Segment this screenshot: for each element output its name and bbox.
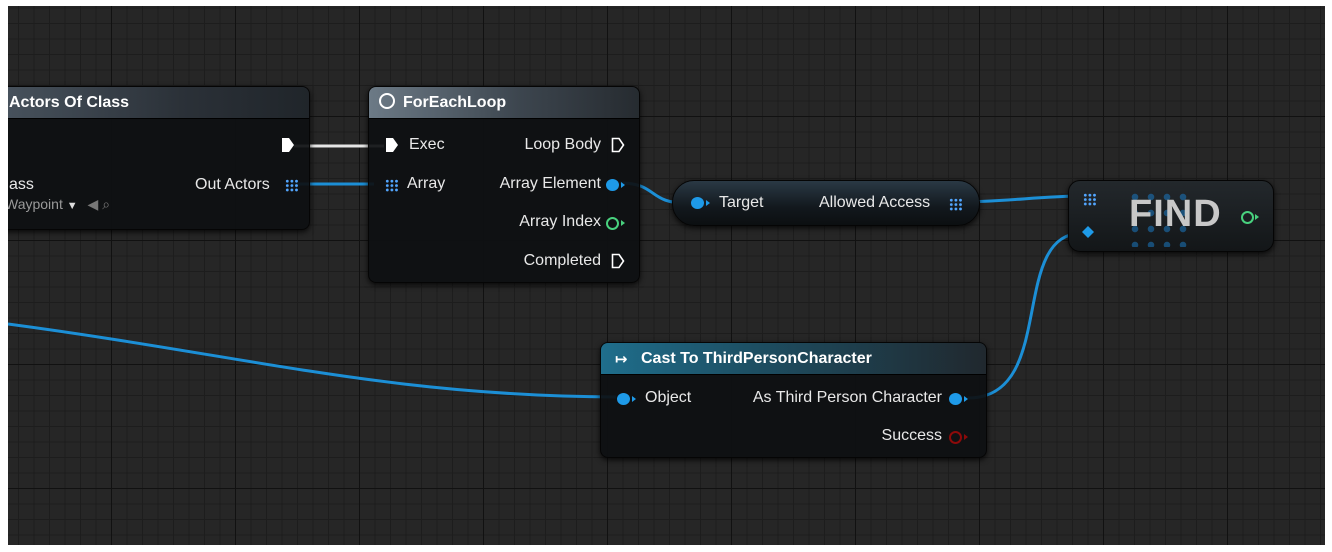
as-third-person-character-label: As Third Person Character — [752, 389, 942, 406]
class-dropdown[interactable]: Waypoint ▼ ◀ ⌕ — [8, 196, 110, 213]
out-actors-label: Out Actors — [195, 176, 270, 193]
node-title: ForEachLoop — [403, 94, 507, 111]
array-element-pin-arrow — [621, 182, 625, 188]
class-pin-label: ass — [9, 176, 34, 193]
allowed-access-label: Allowed Access — [819, 194, 931, 211]
success-pin-arrow — [964, 434, 968, 440]
class-dropdown-value: Waypoint — [8, 196, 63, 212]
node-allowed-access[interactable]: Target Allowed Access — [672, 180, 980, 226]
find-item-pin[interactable] — [1081, 225, 1095, 239]
target-pin[interactable] — [691, 197, 704, 209]
loop-icon — [379, 93, 395, 109]
object-pin-arrow — [632, 396, 636, 402]
array-index-label: Array Index — [519, 213, 601, 230]
target-pin-arrow — [706, 200, 710, 206]
object-label: Object — [645, 389, 692, 406]
target-label: Target — [719, 194, 764, 211]
as-third-person-character-pin-arrow — [964, 396, 968, 402]
as-third-person-character-pin[interactable] — [949, 393, 962, 405]
array-label: Array — [407, 175, 446, 192]
exec-label: Exec — [409, 136, 445, 153]
use-selected-icon[interactable]: ◀ — [88, 196, 99, 212]
blueprint-graph-canvas[interactable]: Actors Of Class ass Waypoint ▼ ◀ ⌕ Out A… — [8, 6, 1325, 545]
object-pin[interactable] — [617, 393, 630, 405]
loop-body-label: Loop Body — [524, 136, 601, 153]
array-index-pin-arrow — [621, 220, 625, 226]
success-label: Success — [881, 427, 942, 444]
node-get-all-actors-of-class[interactable]: Actors Of Class ass Waypoint ▼ ◀ ⌕ Out A… — [8, 86, 310, 230]
node-header: ForEachLoop — [369, 87, 639, 119]
node-find[interactable]: FIND — [1068, 180, 1274, 252]
array-in-pin-icon[interactable] — [385, 179, 399, 192]
array-element-label: Array Element — [499, 175, 601, 192]
find-title: FIND — [1129, 193, 1222, 235]
array-element-pin[interactable] — [606, 179, 619, 191]
completed-label: Completed — [523, 252, 601, 269]
array-pin-icon[interactable] — [285, 179, 299, 192]
success-pin[interactable] — [949, 431, 962, 444]
node-foreach-loop[interactable]: ForEachLoop Exec Loop Body Array Array E… — [368, 86, 640, 283]
find-array-pin-icon[interactable] — [1083, 193, 1097, 206]
browse-icon[interactable]: ⌕ — [102, 196, 110, 212]
exec-in-pin[interactable] — [385, 137, 399, 153]
allowed-access-pin-icon[interactable] — [949, 198, 963, 211]
node-cast-to-third-person-character[interactable]: ↦ Cast To ThirdPersonCharacter Object As… — [600, 342, 987, 458]
node-header: ↦ Cast To ThirdPersonCharacter — [601, 343, 986, 375]
node-title: Actors Of Class — [9, 94, 130, 111]
object-wire[interactable] — [8, 322, 617, 399]
exec-out-pin[interactable] — [281, 137, 295, 153]
chevron-down-icon: ▼ — [66, 200, 78, 212]
node-header: Actors Of Class — [8, 87, 309, 119]
find-result-pin-arrow — [1255, 214, 1259, 220]
cast-icon: ↦ — [615, 351, 628, 368]
completed-pin[interactable] — [611, 253, 625, 269]
loop-body-pin[interactable] — [611, 137, 625, 153]
array-index-pin[interactable] — [606, 217, 619, 230]
node-title: Cast To ThirdPersonCharacter — [641, 350, 872, 367]
find-result-pin[interactable] — [1241, 211, 1254, 224]
